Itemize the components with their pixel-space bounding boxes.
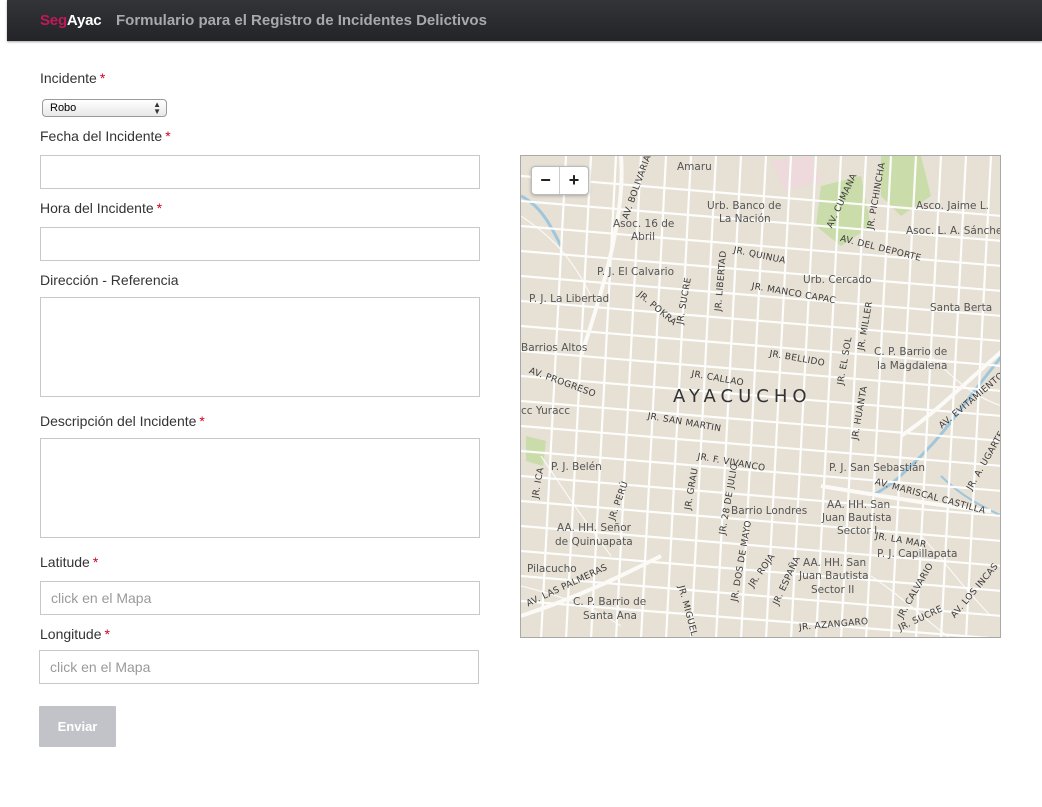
map-place-label: P. J. Belén [551,461,602,473]
zoom-out-button[interactable]: − [532,167,560,194]
descripcion-textarea[interactable] [40,438,480,538]
incidente-select[interactable]: Robo ▲▼ [42,99,167,117]
map-place-label: Juan Bautista [799,570,869,582]
map-place-label: C. P. Barrio de [573,596,646,608]
latitude-label: Latitude* [40,554,98,570]
descripcion-label: Descripción del Incidente* [40,413,205,429]
map-city-label: AYACUCHO [673,386,812,407]
map-place-label: Pilacucho [527,563,577,575]
map-place-label: Asoc. 16 de [613,218,674,230]
map-place-label: C. P. Barrio de [874,346,947,358]
direccion-label: Dirección - Referencia [40,272,179,288]
map-place-label: Santa Berta [930,302,992,314]
brand-part-ayac: Ayac [67,12,102,29]
required-mark: * [105,626,110,642]
map-place-label: P. J. Capillapata [877,548,957,560]
map-place-label: AA. HH. San [803,557,866,569]
required-mark: * [165,128,170,144]
map-place-label: Asoc. L. A. Sánchez [906,225,1001,237]
enviar-button[interactable]: Enviar [39,706,116,747]
map-place-label: AA. HH. San [827,499,890,511]
map-place-label: Urb. Cercado [803,274,872,286]
map-place-label: Amaru [677,161,712,173]
incidente-label: Incidente* [40,70,105,86]
top-navbar: SegAyac Formulario para el Registro de I… [7,0,1042,41]
required-mark: * [199,413,204,429]
brand-part-seg: Seg [40,12,67,29]
latitude-input[interactable]: click en el Mapa [40,581,480,615]
map-place-label: Juan Bautista [822,512,892,524]
map-place-label: de Quinuapata [555,536,633,548]
hora-input[interactable] [40,227,480,261]
map-place-label: P. J. San Sebastián [829,462,925,474]
map-place-label: AA. HH. Señor [557,522,631,534]
map-place-label: P. J. La Libertad [529,293,609,305]
map-place-label: La Nación [719,213,771,225]
zoom-control: − + [531,166,589,195]
required-mark: * [157,200,162,216]
direccion-textarea[interactable] [40,297,480,397]
select-arrows-icon: ▲▼ [153,101,161,115]
brand-logo[interactable]: SegAyac [40,12,101,29]
map-place-label: Sector II [811,584,854,596]
map-place-label: la Magdalena [877,360,947,372]
longitude-label: Longitude* [40,626,110,642]
incident-map[interactable]: − + AYACUCHO Amaru Urb. Banco de La Naci… [520,155,1001,638]
map-place-label: Santa Ana [583,610,637,622]
map-place-label: Abril [631,231,655,243]
map-place-label: cc Yuracc [521,405,570,417]
map-place-label: P. J. El Calvario [597,266,674,278]
hora-label: Hora del Incidente* [40,200,162,216]
longitude-input[interactable]: click en el Mapa [39,650,479,684]
map-place-label: Barrios Altos [521,342,587,354]
page-title: Formulario para el Registro de Incidente… [116,12,487,29]
map-place-label: Asco. Jaime L. [916,200,989,212]
required-mark: * [100,70,105,86]
map-place-label: Sector I [837,525,877,537]
required-mark: * [93,554,98,570]
fecha-label: Fecha del Incidente* [40,128,171,144]
zoom-in-button[interactable]: + [560,167,588,194]
map-place-label: Barrio Londres [731,505,807,517]
fecha-input[interactable] [40,155,480,189]
incidente-selected-value: Robo [50,102,76,114]
map-place-label: Urb. Banco de [707,200,781,212]
